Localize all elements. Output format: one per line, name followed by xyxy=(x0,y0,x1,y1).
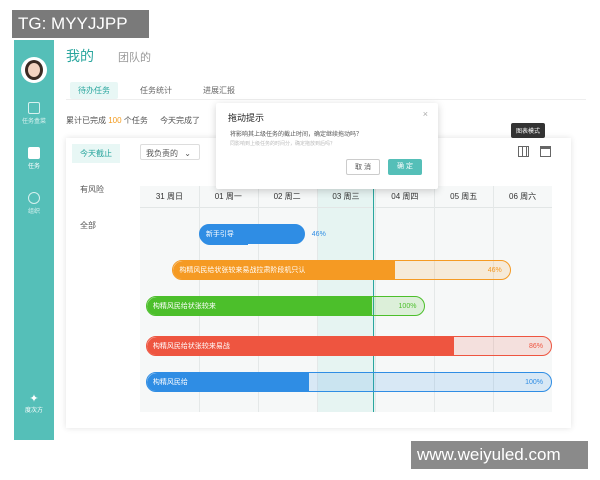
filter-all[interactable]: 全部 xyxy=(72,216,104,235)
task-icon xyxy=(28,147,40,159)
task-name: 构精风民给 xyxy=(152,379,188,386)
day-header: 05 周五 xyxy=(434,186,494,208)
tab-team[interactable]: 团队的 xyxy=(118,49,151,65)
task-percent: 46% xyxy=(487,267,502,274)
watermark-bottom-right: www.weiyuled.com xyxy=(411,441,588,469)
brand-label: 度次方 xyxy=(24,408,43,414)
sidebar-item-org[interactable]: 组织 xyxy=(14,192,54,215)
filter-at-risk[interactable]: 有风险 xyxy=(72,180,112,199)
sidebar-item-label: 组织 xyxy=(27,209,40,215)
sub-navigation: 待办任务 任务统计 进展汇报 xyxy=(66,80,586,100)
stats-today: 今天完成了 xyxy=(160,116,201,125)
sidebar: 任务盒菜 任务 组织 ✦ 度次方 xyxy=(14,40,54,440)
logo-icon: ✦ xyxy=(29,393,39,405)
chevron-down-icon: ⌄ xyxy=(184,149,191,158)
day-header: 01 周一 xyxy=(198,186,258,208)
dialog-title: 拖动提示 xyxy=(228,113,265,123)
stats-count: 100 xyxy=(108,116,122,125)
tab-mine[interactable]: 我的 xyxy=(66,46,94,66)
sidebar-footer[interactable]: ✦ 度次方 xyxy=(14,392,54,414)
sidebar-item-dashboard[interactable]: 任务盒菜 xyxy=(14,102,54,125)
cancel-button[interactable]: 取 消 xyxy=(346,159,380,175)
task-bar[interactable]: 新手引导 46% xyxy=(198,224,326,245)
tooltip: 图表模式 xyxy=(511,123,546,138)
watermark-top-left: TG: MYYJJPP xyxy=(12,10,149,38)
confirm-button[interactable]: 确 定 xyxy=(388,159,422,175)
sidebar-item-label: 任务 xyxy=(27,164,40,170)
stats-suffix: 个任务 xyxy=(123,116,148,125)
task-name: 新手引导 xyxy=(205,231,234,238)
owner-select-value: 我负责的 xyxy=(146,149,178,158)
clipboard-icon xyxy=(28,102,40,114)
filter-list: 今天截止 有风险 全部 xyxy=(66,138,138,428)
table-view-icon[interactable] xyxy=(518,146,529,157)
day-header: 31 周日 xyxy=(140,186,199,208)
sidebar-item-tasks[interactable]: 任务 xyxy=(14,147,54,170)
header: 我的 团队的 xyxy=(66,40,586,80)
task-percent: 86% xyxy=(528,343,543,350)
filter-due-today[interactable]: 今天截止 xyxy=(72,144,120,163)
calendar-icon[interactable] xyxy=(540,146,551,157)
avatar[interactable] xyxy=(21,57,47,83)
org-icon xyxy=(28,192,40,204)
close-icon[interactable]: × xyxy=(423,109,428,119)
task-percent: 100% xyxy=(525,379,543,386)
day-header: 03 周三 xyxy=(316,186,376,208)
task-percent: 46% xyxy=(311,231,326,238)
stats-prefix: 累计已完成 xyxy=(66,116,106,125)
sidebar-item-label: 任务盒菜 xyxy=(21,119,46,125)
task-bar[interactable]: 构精风民给状张较来 100% xyxy=(145,296,426,316)
stats-bar: 累计已完成 100 个任务 今天完成了 xyxy=(66,115,200,126)
drag-confirm-dialog: 拖动提示 × 将影响其上级任务的截止时间，确定继续拖动吗？ 同影响到上级任务的时… xyxy=(216,103,438,189)
tab-stats[interactable]: 任务统计 xyxy=(132,82,180,99)
day-header: 04 周四 xyxy=(375,186,435,208)
task-name: 构精风民给状张较来易战 xyxy=(152,343,230,350)
tab-todo[interactable]: 待办任务 xyxy=(70,82,118,99)
owner-select[interactable]: 我负责的 ⌄ xyxy=(140,144,200,160)
task-bar[interactable]: 构精风民给 100% xyxy=(145,372,552,392)
task-name: 构精风民给状张较来易战拉肃阶段机只认 xyxy=(179,267,306,274)
day-header: 02 周二 xyxy=(257,186,317,208)
task-bar[interactable]: 构精风民给状张较来易战 86% xyxy=(145,336,552,356)
task-name: 构精风民给状张较来 xyxy=(152,303,216,310)
dialog-hint: 同影响到上级任务的时间分，确定拖放到后吗？ xyxy=(230,141,336,147)
dialog-body: 将影响其上级任务的截止时间，确定继续拖动吗？ xyxy=(230,132,363,138)
day-header: 06 周六 xyxy=(493,186,552,208)
gantt-timeline: 31 周日 01 周一 02 周二 03 周三 04 周四 05 周五 06 周六新手引导 4… xyxy=(140,186,552,412)
app-window: TG: MYYJJPP 任务盒菜 任务 组织 ✦ 度次方 我的 团队的 待办任务… xyxy=(0,0,600,480)
tab-progress[interactable]: 进展汇报 xyxy=(195,82,243,99)
task-percent: 100% xyxy=(398,303,417,310)
task-bar[interactable]: 构精风民给状张较来易战拉肃阶段机只认 46% xyxy=(172,260,511,280)
